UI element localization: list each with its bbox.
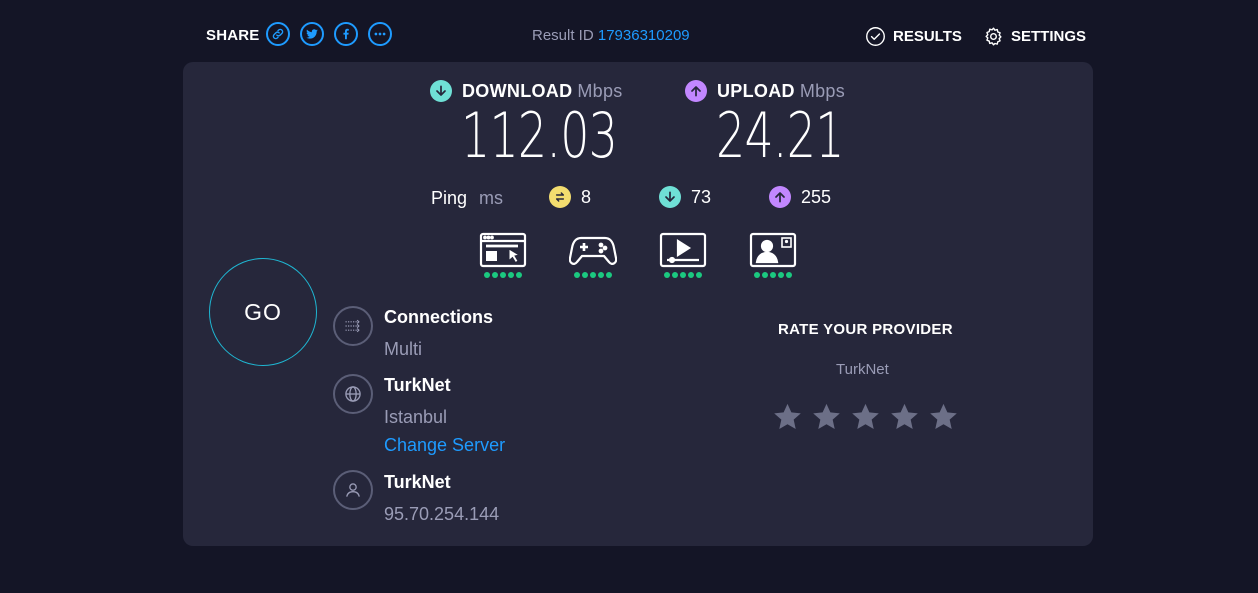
rating-stars bbox=[773, 402, 958, 431]
share-more-button[interactable] bbox=[368, 22, 392, 46]
provider-name: TurkNet bbox=[384, 472, 451, 492]
connections-title: Connections bbox=[384, 307, 494, 327]
check-circle-icon bbox=[866, 27, 885, 46]
ping-download-value: 73 bbox=[691, 186, 712, 207]
activity-web-browsing bbox=[478, 232, 528, 278]
upload-arrow-icon bbox=[685, 80, 707, 102]
gaming-icon bbox=[569, 236, 617, 265]
ping-upload-value: 255 bbox=[801, 186, 832, 207]
results-label: RESULTS bbox=[893, 28, 962, 45]
result-id-link[interactable]: 17936310209 bbox=[598, 27, 690, 44]
server-name: TurkNet bbox=[384, 375, 451, 395]
ping-idle: 8 bbox=[549, 186, 591, 208]
activity-video-streaming bbox=[658, 232, 708, 278]
star-icon[interactable] bbox=[773, 402, 802, 431]
share-label: SHARE bbox=[206, 27, 260, 44]
ping-unit: ms bbox=[479, 188, 503, 208]
user-icon bbox=[333, 470, 373, 510]
share-twitter-button[interactable] bbox=[300, 22, 324, 46]
connections-icon bbox=[333, 306, 373, 346]
provider-ip: 95.70.254.144 bbox=[384, 504, 500, 524]
change-server-link[interactable]: Change Server bbox=[384, 435, 505, 456]
results-button[interactable]: RESULTS bbox=[865, 26, 962, 47]
ping-upload: 255 bbox=[769, 186, 831, 208]
go-button[interactable]: GO bbox=[209, 258, 317, 366]
twitter-icon bbox=[306, 29, 318, 39]
server-location: Istanbul bbox=[384, 407, 448, 427]
ping-idle-value: 8 bbox=[581, 186, 592, 207]
activity-video-chat bbox=[748, 232, 798, 278]
download-value: 112.03 bbox=[461, 99, 618, 172]
upload-value: 24.21 bbox=[716, 99, 844, 172]
activity-gaming bbox=[568, 232, 618, 278]
connections-mode[interactable]: Multi bbox=[384, 339, 422, 360]
ping-idle-icon bbox=[549, 186, 571, 208]
link-icon bbox=[272, 28, 284, 40]
results-card bbox=[183, 62, 1093, 546]
web-browsing-rating bbox=[484, 272, 522, 278]
video-chat-rating bbox=[754, 272, 792, 278]
share-link-button[interactable] bbox=[266, 22, 290, 46]
star-icon[interactable] bbox=[851, 402, 880, 431]
result-id: Result ID 17936310209 bbox=[532, 27, 690, 44]
ping-download-icon bbox=[659, 186, 681, 208]
star-icon[interactable] bbox=[929, 402, 958, 431]
video-chat-icon bbox=[749, 232, 797, 268]
ping-label: Ping bbox=[431, 188, 468, 208]
rate-provider-title: RATE YOUR PROVIDER bbox=[778, 321, 953, 338]
star-icon[interactable] bbox=[890, 402, 919, 431]
gear-icon bbox=[985, 27, 1002, 46]
video-streaming-icon bbox=[659, 232, 707, 268]
gaming-rating bbox=[574, 272, 612, 278]
result-id-label: Result ID bbox=[532, 27, 594, 44]
star-icon[interactable] bbox=[812, 402, 841, 431]
ping-download: 73 bbox=[659, 186, 711, 208]
settings-button[interactable]: SETTINGS bbox=[983, 26, 1086, 47]
ping-upload-icon bbox=[769, 186, 791, 208]
rate-provider-name: TurkNet bbox=[836, 361, 889, 378]
more-icon bbox=[374, 32, 386, 36]
globe-icon bbox=[333, 374, 373, 414]
web-browsing-icon bbox=[479, 232, 527, 268]
share-facebook-button[interactable] bbox=[334, 22, 358, 46]
settings-label: SETTINGS bbox=[1011, 28, 1087, 45]
download-arrow-icon bbox=[430, 80, 452, 102]
video-streaming-rating bbox=[664, 272, 702, 278]
facebook-icon bbox=[343, 28, 349, 40]
